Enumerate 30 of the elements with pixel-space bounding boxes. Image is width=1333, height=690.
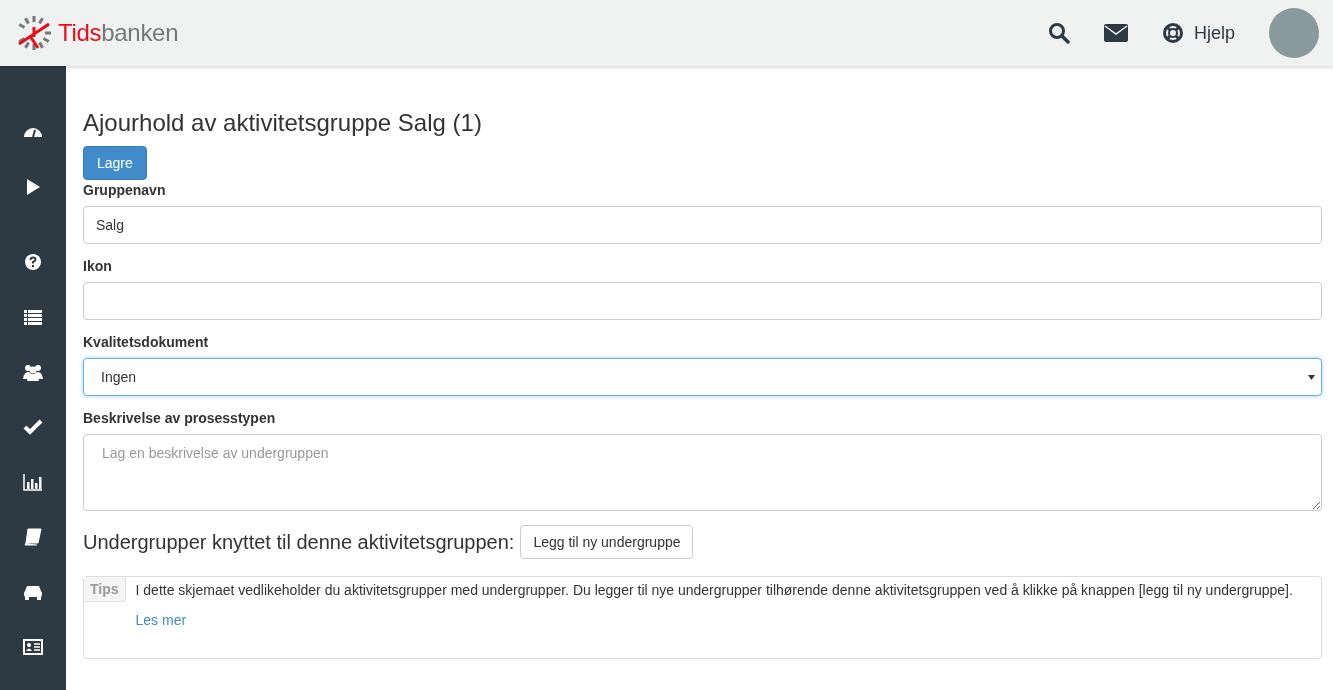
tips-text: I dette skjemaet vedlikeholder du aktivitetsgrupper med undergrupper. Du legger til nye undergrupper tilhørende denne aktivitetsgruppen ved å klikke på knappen [legg til ny undergruppe]. <box>135 582 1293 598</box>
brand-logo[interactable]: Tidsbanken <box>0 15 179 51</box>
chart-icon[interactable] <box>23 472 43 492</box>
book-icon[interactable] <box>23 527 43 547</box>
lifebuoy-icon <box>1161 22 1184 44</box>
page-title: Ajourhold av aktivitetsgruppe Salg (1) <box>83 109 483 137</box>
question-icon[interactable] <box>23 252 43 272</box>
field-label: Kvalitetsdokument <box>83 334 210 350</box>
list-icon[interactable] <box>23 307 43 327</box>
dropdown-field[interactable]: Ingen <box>83 358 1322 396</box>
add-subgroup-button[interactable]: Legg til ny undergruppe <box>520 525 694 559</box>
avatar[interactable] <box>1269 8 1319 58</box>
input-field[interactable]: Salg <box>83 206 1322 244</box>
section-heading: Undergrupper knyttet til denne aktivitetsgruppen: <box>83 530 515 554</box>
users-icon[interactable] <box>23 362 43 382</box>
field-label: Beskrivelse av prosesstypen <box>83 410 277 426</box>
search-icon[interactable] <box>1047 22 1070 44</box>
clock-logo-icon <box>16 15 52 51</box>
caret-icon <box>1308 374 1315 380</box>
description-field[interactable]: Lag en beskrivelse av undergruppen <box>83 434 1322 511</box>
idcard-icon[interactable] <box>23 637 43 657</box>
read-more-link[interactable]: Les mer <box>135 612 187 628</box>
envelope-icon[interactable] <box>1103 24 1128 42</box>
save-button[interactable]: Lagre <box>83 146 147 180</box>
field-label: Gruppenavn <box>83 182 167 198</box>
input-field[interactable] <box>83 282 1322 320</box>
help-link[interactable]: Hjelp <box>1161 22 1235 44</box>
field-label: Ikon <box>83 258 113 274</box>
tips-tag: Tips <box>84 577 126 602</box>
check-icon[interactable] <box>23 417 43 437</box>
